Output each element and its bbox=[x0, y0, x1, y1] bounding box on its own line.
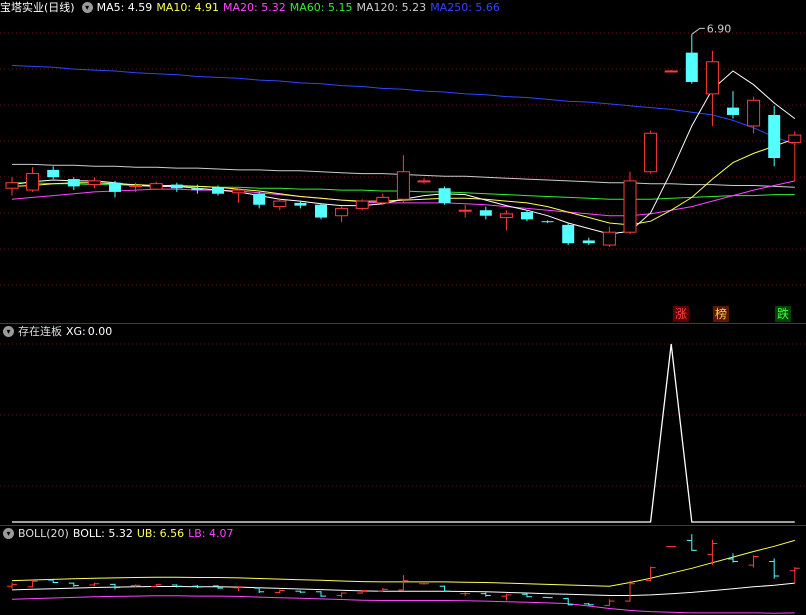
candle-body-down bbox=[582, 240, 595, 244]
xg-title: 存在连板 bbox=[18, 325, 62, 338]
candle-body-down bbox=[212, 187, 224, 194]
event-tag-2[interactable]: 跌 bbox=[775, 306, 791, 322]
candle-body-up bbox=[376, 196, 390, 204]
peak-price-label: 6.90 bbox=[707, 22, 732, 35]
candle-body-down bbox=[727, 107, 739, 115]
candle-body-down bbox=[191, 188, 204, 191]
candle-body-up bbox=[26, 173, 40, 191]
xg-label: XG: bbox=[66, 325, 86, 338]
candle-body-up bbox=[788, 134, 802, 143]
xg-panel: ▾ 存在连板 XG: 0.00 bbox=[0, 324, 806, 525]
candle-body-up bbox=[87, 180, 101, 186]
candle-body-up bbox=[273, 200, 287, 208]
candle-body-down bbox=[541, 221, 554, 223]
candle-body-down bbox=[521, 212, 533, 220]
candle-body-down bbox=[438, 188, 451, 203]
candle-body-up bbox=[149, 183, 163, 190]
event-tag-1[interactable]: 榜 bbox=[713, 306, 729, 322]
xg-header: ▾ 存在连板 XG: 0.00 bbox=[0, 324, 116, 340]
boll-panel: ▾ BOLL(20) BOLL: 5.32 UB: 6.56 LB: 4.07 bbox=[0, 526, 806, 615]
candlestick-chart[interactable]: 6.90 bbox=[0, 0, 806, 323]
boll-legend-0: BOLL: 5.32 bbox=[72, 527, 133, 540]
candle-body-down bbox=[253, 193, 266, 205]
collapse-icon[interactable]: ▾ bbox=[3, 527, 14, 539]
collapse-icon[interactable]: ▾ bbox=[3, 325, 14, 337]
candle-body-down bbox=[315, 204, 327, 218]
peak-pointer bbox=[691, 27, 705, 35]
candle-body-down bbox=[562, 224, 575, 244]
boll-title: BOLL(20) bbox=[18, 527, 69, 540]
boll-legend-2: LB: 4.07 bbox=[188, 527, 234, 540]
candle-body-up bbox=[705, 61, 719, 95]
xg-line bbox=[12, 343, 795, 523]
candle-body-down bbox=[47, 169, 60, 178]
main-panel: 宝塔实业(日线) ▾ MA5: 4.59 MA10: 4.91 MA20: 5.32 MA… bbox=[0, 0, 806, 323]
xg-indicator-chart[interactable] bbox=[0, 324, 806, 525]
candle-body-up bbox=[458, 209, 472, 212]
candle-body-up bbox=[664, 70, 678, 73]
boll-lb-line bbox=[11, 595, 795, 614]
event-tag-0[interactable]: 涨 bbox=[673, 306, 689, 322]
candle-body-up bbox=[623, 180, 637, 233]
candle-body-up bbox=[499, 213, 513, 219]
ma250-line bbox=[11, 65, 795, 145]
candle-body-down bbox=[67, 179, 80, 187]
candle-body-up bbox=[602, 231, 616, 246]
candle-body-up bbox=[335, 207, 349, 217]
candle-body-down bbox=[685, 52, 698, 82]
candle-body-up bbox=[644, 132, 658, 173]
candle-body-down bbox=[479, 210, 492, 216]
boll-legend-1: UB: 6.56 bbox=[136, 527, 185, 540]
candle-body-down bbox=[294, 202, 307, 206]
candle-body-up bbox=[396, 171, 410, 200]
candle-body-up bbox=[355, 200, 369, 209]
candle-body-up bbox=[129, 184, 143, 187]
candle-body-up bbox=[232, 189, 246, 194]
candle-body-up bbox=[5, 182, 19, 189]
candle-body-up bbox=[417, 180, 431, 183]
xg-value: 0.00 bbox=[87, 325, 113, 338]
candle-body-down bbox=[170, 184, 183, 189]
candle-body-down bbox=[768, 114, 781, 158]
boll-header: ▾ BOLL(20) BOLL: 5.32 UB: 6.56 LB: 4.07 bbox=[0, 526, 242, 542]
candle-body-up bbox=[747, 99, 761, 127]
candle-body-down bbox=[109, 182, 121, 192]
